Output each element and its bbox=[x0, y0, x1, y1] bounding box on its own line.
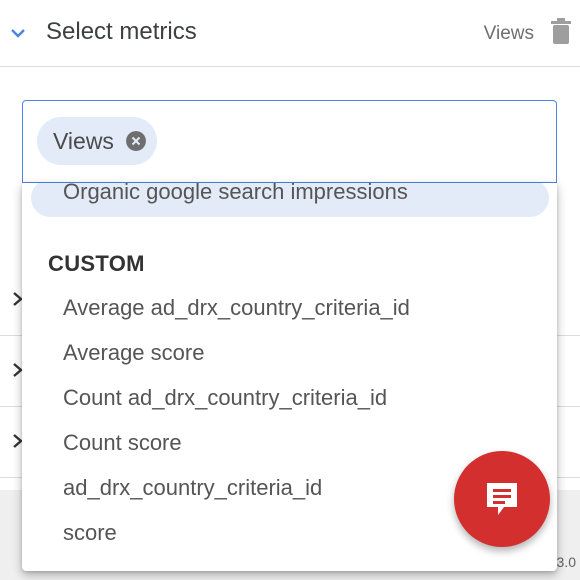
metrics-header: Select metrics Views bbox=[0, 0, 580, 67]
metrics-search-input[interactable]: Views bbox=[22, 100, 557, 183]
feedback-button[interactable] bbox=[454, 451, 550, 547]
close-circle-icon[interactable] bbox=[126, 131, 146, 151]
dropdown-option[interactable]: Average score bbox=[63, 340, 204, 366]
selected-metrics-summary: Views bbox=[483, 23, 534, 44]
selected-metric-chip[interactable]: Views bbox=[37, 117, 157, 165]
group-header-custom: CUSTOM bbox=[48, 251, 145, 276]
dropdown-option[interactable]: Count score bbox=[63, 430, 182, 456]
dropdown-option[interactable]: Count ad_drx_country_criteria_id bbox=[63, 385, 387, 411]
footer-text: 3.0 bbox=[556, 554, 576, 570]
option-label: Organic google search impressions bbox=[63, 183, 408, 204]
trash-icon[interactable] bbox=[550, 18, 572, 44]
section-title: Select metrics bbox=[46, 18, 197, 45]
feedback-icon bbox=[487, 483, 517, 515]
chip-label: Views bbox=[53, 128, 114, 154]
highlighted-option[interactable]: Organic google search impressions bbox=[31, 183, 549, 217]
dropdown-option[interactable]: Average ad_drx_country_criteria_id bbox=[63, 295, 410, 321]
chevron-down-icon[interactable] bbox=[10, 25, 26, 41]
dropdown-option[interactable]: score bbox=[63, 520, 117, 546]
dropdown-option[interactable]: ad_drx_country_criteria_id bbox=[63, 475, 322, 501]
